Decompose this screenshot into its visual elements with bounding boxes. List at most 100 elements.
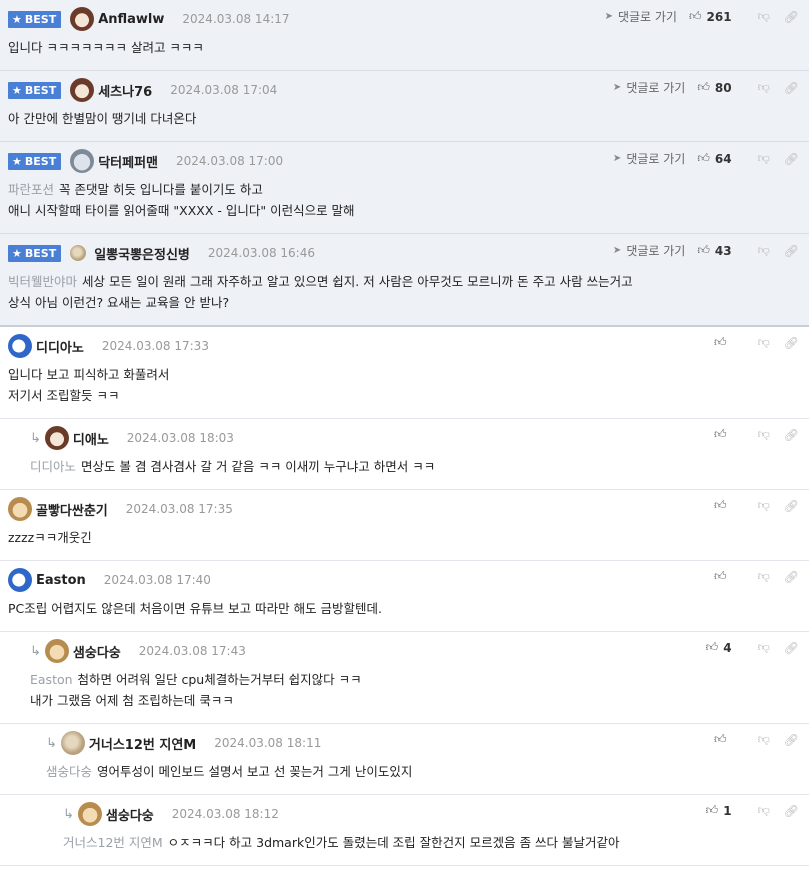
- like-button[interactable]: 👍︎ 80: [697, 80, 731, 95]
- link-icon[interactable]: 🔗︎: [784, 244, 799, 258]
- link-icon[interactable]: 🔗︎: [784, 152, 799, 166]
- pebble-avatar[interactable]: [70, 245, 87, 261]
- comment-inner: ↳ 거너스12번 지연M 2024.03.08 18:11 샘숭다숭 영어투성이 메인보…: [8, 731, 809, 794]
- reply-target-tag[interactable]: Easton: [30, 672, 73, 687]
- like-button[interactable]: 👍︎ 1: [706, 803, 732, 818]
- author-name[interactable]: 거너스12번 지연M: [89, 734, 196, 753]
- dog-avatar[interactable]: [77, 802, 102, 826]
- comment-header: 디디아노 2024.03.08 17:33: [8, 334, 809, 358]
- link-icon[interactable]: 🔗︎: [784, 733, 799, 747]
- reply-target-tag[interactable]: 디디아노: [30, 459, 76, 474]
- reply-target-tag[interactable]: 거너스12번 지연M: [63, 835, 163, 850]
- comment-date: 2024.03.08 18:03: [126, 431, 234, 445]
- thumbs-down-icon[interactable]: 👎︎: [758, 243, 770, 258]
- comment-actions: ➤ 댓글로 가기 👍︎ 64 👎︎ 🔗︎: [613, 150, 799, 167]
- author-name[interactable]: 골빻다싼춘기: [36, 500, 108, 519]
- reply-target-tag[interactable]: 빅터웰반야마: [8, 274, 77, 289]
- go-to-reply-link[interactable]: ➤ 댓글로 가기: [613, 79, 685, 96]
- comment-date: 2024.03.08 16:46: [207, 246, 315, 260]
- reply-comment: ↳ 거너스12번 지연M 2024.03.08 18:11 샘숭다숭 영어투성이 메인보…: [0, 724, 809, 795]
- link-icon[interactable]: 🔗︎: [784, 10, 799, 24]
- bear-avatar[interactable]: [70, 78, 95, 102]
- like-button[interactable]: 👍︎ 43: [697, 243, 731, 258]
- link-icon[interactable]: 🔗︎: [784, 641, 799, 655]
- thumbs-up-icon: 👍︎: [705, 803, 719, 817]
- go-to-reply-link[interactable]: ➤ 댓글로 가기: [605, 8, 677, 25]
- blue-avatar[interactable]: [8, 334, 32, 358]
- reply-arrow-icon: ↳: [46, 735, 57, 751]
- blue-avatar[interactable]: [8, 568, 32, 592]
- pebble-avatar[interactable]: [60, 731, 85, 755]
- author-name[interactable]: Anflawlw: [98, 12, 164, 27]
- comment-inner: ↳ 샘숭다숭 2024.03.08 18:12 거너스12번 지연M ㅇㅈㅋㅋ다 하고 …: [8, 802, 809, 865]
- comment-text: 꼭 존댓말 히듯 입니다를 붙이기도 하고: [59, 182, 263, 197]
- comment: 디디아노 2024.03.08 17:33 입니다 보고 피식하고 화풀려서 저기서 …: [0, 327, 809, 419]
- reply-target-tag[interactable]: 파란포션: [8, 182, 54, 197]
- reply-arrow-icon: ↳: [30, 430, 41, 446]
- like-count: 43: [714, 243, 732, 258]
- author-name[interactable]: 디디아노: [36, 337, 84, 356]
- thumbs-down-icon[interactable]: 👎︎: [758, 732, 770, 747]
- like-count: 261: [706, 9, 732, 24]
- comment-actions: 👍︎ 👎︎ 🔗︎: [714, 498, 799, 513]
- reply-arrow-icon: ↳: [30, 643, 41, 659]
- best-badge: ★ BEST: [8, 81, 62, 99]
- comment-date: 2024.03.08 17:00: [176, 154, 284, 168]
- thumbs-down-icon[interactable]: 👎︎: [758, 569, 770, 584]
- star-icon: ★: [12, 12, 22, 26]
- link-icon[interactable]: 🔗︎: [784, 499, 799, 513]
- reply-link-label: 댓글로 가기: [626, 81, 686, 95]
- comment-inner: ↳ 디애노 2024.03.08 18:03 디디아노 면상도 볼 겸 겸사겸사 갈 거…: [8, 426, 809, 489]
- thumbs-up-icon: 👍︎: [688, 9, 702, 23]
- comment-line: 애니 시작할때 타이를 읽어줄때 "XXXX - 입니다" 이런식으로 말해: [8, 200, 799, 221]
- thumbs-down-icon[interactable]: 👎︎: [758, 80, 770, 95]
- go-to-reply-link[interactable]: ➤ 댓글로 가기: [613, 150, 685, 167]
- like-button[interactable]: 👍︎: [714, 498, 732, 513]
- send-arrow-icon: ➤: [604, 11, 613, 22]
- link-icon[interactable]: 🔗︎: [784, 336, 799, 350]
- go-to-reply-link[interactable]: ➤ 댓글로 가기: [613, 242, 685, 259]
- thumbs-down-icon[interactable]: 👎︎: [758, 335, 770, 350]
- comment-inner: ↳ 샘숭다숭 2024.03.08 17:43 Easton 첨하면 어려워 일단 cp…: [8, 639, 809, 723]
- bear-avatar[interactable]: [44, 426, 69, 450]
- comment-line: 거너스12번 지연M ㅇㅈㅋㅋ다 하고 3dmark인가도 돌렸는데 조립 잘한건…: [63, 832, 799, 853]
- dog-avatar[interactable]: [44, 639, 69, 663]
- like-button[interactable]: 👍︎: [714, 732, 732, 747]
- thumbs-up-icon: 👍︎: [697, 243, 710, 257]
- best-comment: ★ BEST 세츠나76 2024.03.08 17:04 ➤ 댓글로 가기 👍︎ 80 👎︎ 🔗…: [0, 71, 809, 142]
- like-count: 1: [723, 803, 732, 818]
- author-name[interactable]: 닥터페퍼맨: [98, 152, 158, 171]
- thumbs-down-icon[interactable]: 👎︎: [758, 640, 770, 655]
- like-button[interactable]: 👍︎: [714, 569, 732, 584]
- thumbs-down-icon[interactable]: 👎︎: [758, 498, 770, 513]
- reply-target-tag[interactable]: 샘숭다숭: [46, 764, 92, 779]
- thumbs-down-icon[interactable]: 👎︎: [758, 427, 770, 442]
- author-name[interactable]: 샘숭다숭: [106, 805, 154, 824]
- author-name[interactable]: 샘숭다숭: [73, 642, 121, 661]
- author-name[interactable]: 일뽕국뽕은정신병: [94, 244, 190, 263]
- thumbs-down-icon[interactable]: 👎︎: [758, 803, 770, 818]
- dog-avatar[interactable]: [8, 497, 32, 521]
- thumbs-up-icon: 👍︎: [714, 569, 727, 583]
- author-name[interactable]: 세츠나76: [98, 81, 152, 100]
- thumbs-up-icon: 👍︎: [714, 427, 727, 441]
- thumbs-down-icon[interactable]: 👎︎: [758, 9, 770, 24]
- link-icon[interactable]: 🔗︎: [784, 570, 799, 584]
- like-button[interactable]: 👍︎: [714, 427, 732, 442]
- link-icon[interactable]: 🔗︎: [784, 81, 799, 95]
- author-name[interactable]: 디애노: [73, 429, 109, 448]
- like-button[interactable]: 👍︎ 64: [697, 151, 731, 166]
- like-button[interactable]: 👍︎ 4: [706, 640, 732, 655]
- comment-body: PC조립 어렵지도 않은데 처음이면 유튜브 보고 따라만 해도 금방할텐데.: [8, 590, 809, 631]
- star-icon: ★: [12, 83, 22, 97]
- author-name[interactable]: Easton: [36, 573, 86, 588]
- link-icon[interactable]: 🔗︎: [784, 428, 799, 442]
- bear-avatar[interactable]: [70, 7, 95, 31]
- koala-avatar[interactable]: [70, 149, 95, 173]
- link-icon[interactable]: 🔗︎: [784, 804, 799, 818]
- like-button[interactable]: 👍︎: [714, 335, 732, 350]
- comment-header: 골빻다싼춘기 2024.03.08 17:35: [8, 497, 809, 521]
- thumbs-down-icon[interactable]: 👎︎: [758, 151, 770, 166]
- comment-line: 상식 아님 이런건? 요새는 교육을 안 받나?: [8, 292, 799, 313]
- like-button[interactable]: 👍︎ 261: [689, 9, 732, 24]
